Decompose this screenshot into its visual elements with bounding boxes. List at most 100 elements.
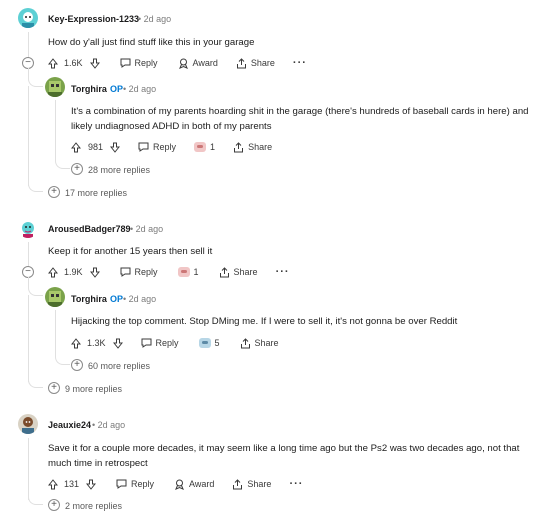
share-button[interactable]: Share <box>236 57 275 69</box>
thread-connector <box>28 182 43 192</box>
upvote-icon[interactable] <box>48 478 58 490</box>
share-icon <box>240 337 250 348</box>
share-button[interactable]: Share <box>233 141 273 153</box>
downvote-icon[interactable] <box>112 338 123 349</box>
comment-actions: 1.9K Reply 1 Share ··· <box>48 265 290 279</box>
thread-rail[interactable] <box>55 310 56 352</box>
more-options-icon[interactable]: ··· <box>293 57 307 69</box>
reply-button[interactable]: Reply <box>138 142 176 152</box>
age-text: 2d ago <box>128 84 157 94</box>
reply-icon <box>120 267 131 277</box>
award-button[interactable]: 5 <box>198 338 220 348</box>
reply-button[interactable]: Reply <box>116 479 154 489</box>
more-replies-link[interactable]: 17 more replies <box>65 188 127 198</box>
expand-replies-button[interactable]: + <box>48 186 60 198</box>
age-text: 2d ago <box>143 14 172 24</box>
upvote-button[interactable] <box>48 266 58 278</box>
share-icon <box>234 141 244 152</box>
share-icon <box>233 478 243 489</box>
downvote-button[interactable] <box>110 142 121 153</box>
share-icon <box>219 266 229 277</box>
award-count: 5 <box>214 338 220 348</box>
thread-rail[interactable] <box>28 295 29 382</box>
reply-icon <box>138 142 149 152</box>
reply-icon <box>116 479 127 489</box>
thread-rail[interactable] <box>28 438 29 500</box>
comment-age: • 2d ago <box>92 420 126 430</box>
avatar[interactable] <box>18 8 38 28</box>
username[interactable]: Torghira <box>71 294 107 304</box>
avatar[interactable] <box>45 77 65 97</box>
comment-body: Keep it for another 15 years then sell i… <box>48 246 213 257</box>
award-label: Award <box>192 58 218 68</box>
thread-connector <box>55 156 70 169</box>
share-button[interactable]: Share <box>219 266 258 278</box>
reply-button[interactable]: Reply <box>141 338 179 348</box>
downvote-icon[interactable] <box>110 142 121 153</box>
comment-age: • 2d ago <box>130 224 164 234</box>
thread-rail[interactable] <box>55 100 56 156</box>
award-icon <box>178 58 188 69</box>
award-emoji-icon <box>194 142 207 152</box>
username[interactable]: Key-Expression-1233 <box>48 14 139 24</box>
thread-rail[interactable] <box>28 32 29 58</box>
avatar[interactable] <box>18 414 38 434</box>
reply-label: Reply <box>134 58 158 68</box>
vote-count: 1.9K <box>64 267 83 277</box>
comment-actions: 1.6K Reply Award Share ··· <box>48 56 307 70</box>
more-options-icon[interactable]: ··· <box>289 478 303 490</box>
downvote-icon[interactable] <box>89 267 100 278</box>
avatar[interactable] <box>18 218 38 238</box>
award-button[interactable]: 1 <box>177 267 199 277</box>
expand-replies-button[interactable]: + <box>71 359 83 371</box>
more-replies-link[interactable]: 2 more replies <box>65 501 122 511</box>
share-button[interactable]: Share <box>240 337 279 349</box>
expand-replies-button[interactable]: + <box>71 163 83 175</box>
thread-connector <box>28 277 43 296</box>
vote-count: 131 <box>64 479 80 489</box>
thread-rail[interactable] <box>28 86 29 186</box>
reply-label: Reply <box>134 267 158 277</box>
upvote-button[interactable] <box>48 57 58 69</box>
award-label: Award <box>189 479 215 489</box>
upvote-icon[interactable] <box>71 141 81 153</box>
comment-age: • 2d ago <box>138 14 172 24</box>
thread-rail[interactable] <box>28 242 29 266</box>
upvote-icon[interactable] <box>48 266 58 278</box>
upvote-button[interactable] <box>71 337 81 349</box>
award-button[interactable]: Award <box>178 58 218 69</box>
comment-actions: 1.3K Reply 5 Share <box>71 336 279 350</box>
reply-button[interactable]: Reply <box>120 58 158 68</box>
share-label: Share <box>248 142 273 152</box>
avatar[interactable] <box>45 287 65 307</box>
more-replies-link[interactable]: 9 more replies <box>65 384 122 394</box>
downvote-button[interactable] <box>112 338 123 349</box>
award-button[interactable]: Award <box>174 479 214 490</box>
downvote-button[interactable] <box>89 267 100 278</box>
award-count: 1 <box>210 142 216 152</box>
username[interactable]: Torghira <box>71 84 107 94</box>
downvote-icon[interactable] <box>89 58 100 69</box>
downvote-button[interactable] <box>86 479 97 490</box>
op-badge: OP <box>110 294 124 304</box>
more-options-icon[interactable]: ··· <box>276 266 290 278</box>
reply-button[interactable]: Reply <box>120 267 158 277</box>
expand-replies-button[interactable]: + <box>48 499 60 511</box>
more-replies-link[interactable]: 28 more replies <box>88 165 150 175</box>
downvote-button[interactable] <box>89 58 100 69</box>
more-replies-link[interactable]: 60 more replies <box>88 361 150 371</box>
comment-body: Hijacking the top comment. Stop DMing me… <box>71 316 458 327</box>
upvote-button[interactable] <box>48 478 58 490</box>
downvote-icon[interactable] <box>86 479 97 490</box>
award-button[interactable]: 1 <box>194 142 215 152</box>
upvote-icon[interactable] <box>71 337 81 349</box>
username[interactable]: ArousedBadger789 <box>48 224 131 234</box>
comment-age: • 2d ago <box>123 84 157 94</box>
upvote-button[interactable] <box>71 141 81 153</box>
upvote-icon[interactable] <box>48 57 58 69</box>
username[interactable]: Jeauxie24 <box>48 420 91 430</box>
age-text: 2d ago <box>97 420 126 430</box>
expand-replies-button[interactable]: + <box>48 382 60 394</box>
thread-connector <box>28 378 43 388</box>
share-button[interactable]: Share <box>232 478 271 490</box>
